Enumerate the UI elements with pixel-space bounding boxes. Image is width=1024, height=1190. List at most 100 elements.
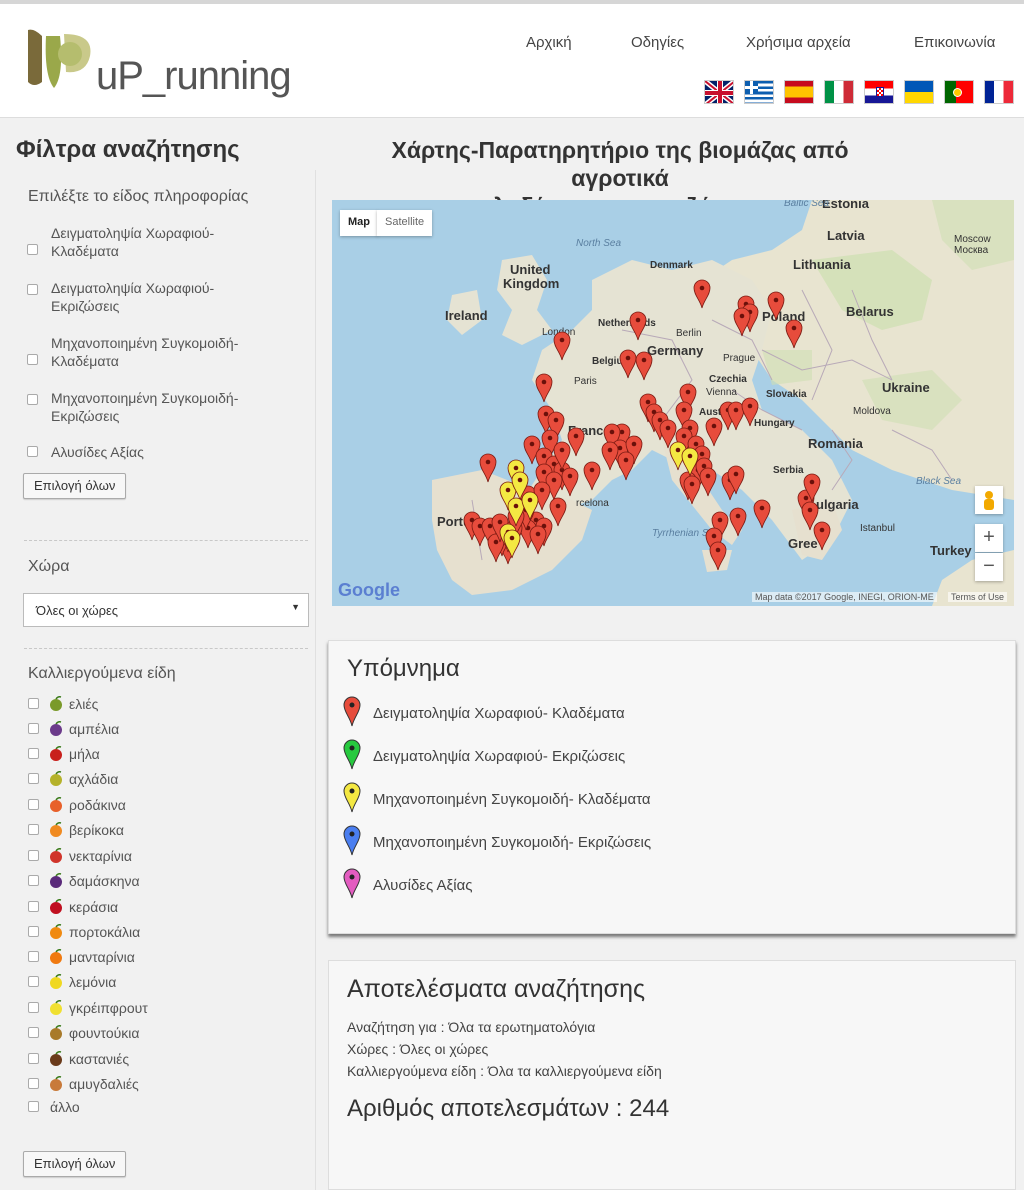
uk-flag-icon[interactable]: [704, 80, 734, 104]
map-marker[interactable]: [629, 311, 647, 341]
map-marker[interactable]: [561, 467, 579, 497]
crop-label: λεμόνια: [69, 974, 117, 990]
info-type-checkbox[interactable]: [27, 394, 38, 405]
crop-label: αχλάδια: [69, 771, 119, 787]
divider: [24, 648, 308, 649]
legend-panel: Υπόμνημα Δειγματοληψία Χωραφιού- Κλαδέμα…: [328, 640, 1016, 934]
pegman-icon[interactable]: [975, 486, 1003, 514]
info-type-checkbox[interactable]: [27, 446, 38, 457]
plum-icon: [48, 873, 64, 889]
google-logo: Google: [338, 580, 400, 600]
italy-flag-icon[interactable]: [824, 80, 854, 104]
croatia-flag-icon[interactable]: [864, 80, 894, 104]
crop-label: δαμάσκηνα: [69, 873, 140, 889]
info-type-option: Δειγματοληψία Χωραφιού- Κλαδέματα: [51, 225, 215, 259]
map-marker[interactable]: [741, 397, 759, 427]
crop-label: αμπέλια: [69, 721, 120, 737]
info-type-option: Μηχανοποιημένη Συγκομοιδή- Εκριζώσεις: [51, 390, 239, 424]
map-marker[interactable]: [699, 467, 717, 497]
nav-useful-files[interactable]: Χρήσιμα αρχεία: [746, 34, 851, 51]
crop-checkbox[interactable]: [28, 698, 39, 709]
map-marker[interactable]: [567, 427, 585, 457]
map-marker[interactable]: [753, 499, 771, 529]
map-marker[interactable]: [785, 319, 803, 349]
country-select[interactable]: Όλες οι χώρες ▼: [23, 593, 309, 627]
crop-checkbox[interactable]: [28, 875, 39, 886]
crop-checkbox[interactable]: [28, 1027, 39, 1038]
crop-checkbox[interactable]: [28, 1002, 39, 1013]
map-marker[interactable]: [733, 307, 751, 337]
crop-label: μανταρίνια: [69, 949, 135, 965]
map-marker[interactable]: [729, 507, 747, 537]
crop-label: άλλο: [50, 1099, 80, 1115]
almond-icon: [48, 1076, 64, 1092]
crop-checkbox[interactable]: [28, 1101, 39, 1112]
chevron-down-icon: ▼: [291, 602, 300, 612]
nav-home[interactable]: Αρχική: [526, 34, 572, 51]
map-marker[interactable]: [683, 475, 701, 505]
crop-checkbox[interactable]: [28, 901, 39, 912]
map-marker[interactable]: [553, 331, 571, 361]
map-marker[interactable]: [709, 541, 727, 571]
legend-label: Μηχανοποιημένη Συγκομοιδή- Εκριζώσεις: [373, 834, 652, 851]
biomass-map[interactable]: Map Satellite Ireland United Kingdom Lon…: [332, 200, 1014, 606]
nav-contact[interactable]: Επικοινωνία: [914, 34, 995, 51]
results-crops: Καλλιεργούμενα είδη : Όλα τα καλλιεργούμ…: [347, 1063, 662, 1079]
terms-link[interactable]: Terms of Use: [948, 592, 1008, 602]
crop-checkbox[interactable]: [28, 723, 39, 734]
mandarin-icon: [48, 949, 64, 965]
zoom-in-button[interactable]: +: [975, 524, 1003, 552]
info-type-checkbox[interactable]: [27, 244, 38, 255]
map-marker[interactable]: [529, 525, 547, 555]
crop-checkbox[interactable]: [28, 824, 39, 835]
info-type-checkbox[interactable]: [27, 354, 38, 365]
portugal-flag-icon[interactable]: [944, 80, 974, 104]
map-marker[interactable]: [619, 349, 637, 379]
spain-flag-icon[interactable]: [784, 80, 814, 104]
map-marker[interactable]: [693, 279, 711, 309]
crop-checkbox[interactable]: [28, 799, 39, 810]
crop-label: καστανιές: [69, 1051, 130, 1067]
crop-label: κεράσια: [69, 899, 119, 915]
crop-checkbox[interactable]: [28, 748, 39, 759]
peach-icon: [48, 797, 64, 813]
crop-checkbox[interactable]: [28, 1053, 39, 1064]
greece-flag-icon[interactable]: [744, 80, 774, 104]
crop-checkbox[interactable]: [28, 850, 39, 861]
france-flag-icon[interactable]: [984, 80, 1014, 104]
pear-icon: [48, 771, 64, 787]
crop-checkbox[interactable]: [28, 773, 39, 784]
map-marker[interactable]: [767, 291, 785, 321]
map-marker[interactable]: [617, 451, 635, 481]
results-search-for: Αναζήτηση για : Όλα τα ερωτηματολόγια: [347, 1019, 596, 1035]
zoom-out-button[interactable]: −: [975, 553, 1003, 581]
info-type-option: Δειγματοληψία Χωραφιού- Εκριζώσεις: [51, 280, 215, 314]
map-marker[interactable]: [705, 417, 723, 447]
map-marker[interactable]: [813, 521, 831, 551]
select-all-crops-button[interactable]: Επιλογή όλων: [23, 1151, 127, 1177]
nav-instructions[interactable]: Οδηγίες: [631, 34, 684, 51]
legend-label: Μηχανοποιημένη Συγκομοιδή- Κλαδέματα: [373, 791, 651, 808]
map-marker[interactable]: [479, 453, 497, 483]
legend-label: Δειγματοληψία Χωραφιού- Εκριζώσεις: [373, 748, 626, 765]
results-panel: Αποτελέσματα αναζήτησης Αναζήτηση για : …: [328, 960, 1016, 1190]
map-marker[interactable]: [583, 461, 601, 491]
crop-label: ελιές: [69, 696, 99, 712]
crop-checkbox[interactable]: [28, 1078, 39, 1089]
map-marker[interactable]: [549, 497, 567, 527]
hazelnut-icon: [48, 1025, 64, 1041]
map-marker[interactable]: [635, 351, 653, 381]
crop-checkbox[interactable]: [28, 976, 39, 987]
info-type-checkbox[interactable]: [27, 284, 38, 295]
crop-label: μήλα: [69, 746, 100, 762]
ukraine-flag-icon[interactable]: [904, 80, 934, 104]
crop-checkbox[interactable]: [28, 951, 39, 962]
up-running-logo[interactable]: uP_running: [24, 26, 294, 106]
map-marker[interactable]: [727, 401, 745, 431]
map-marker[interactable]: [601, 441, 619, 471]
select-all-info-button[interactable]: Επιλογή όλων: [23, 473, 127, 499]
map-marker[interactable]: [535, 373, 553, 403]
crop-checkbox[interactable]: [28, 926, 39, 937]
map-marker-icon: [343, 696, 361, 727]
crop-label: πορτοκάλια: [69, 924, 141, 940]
